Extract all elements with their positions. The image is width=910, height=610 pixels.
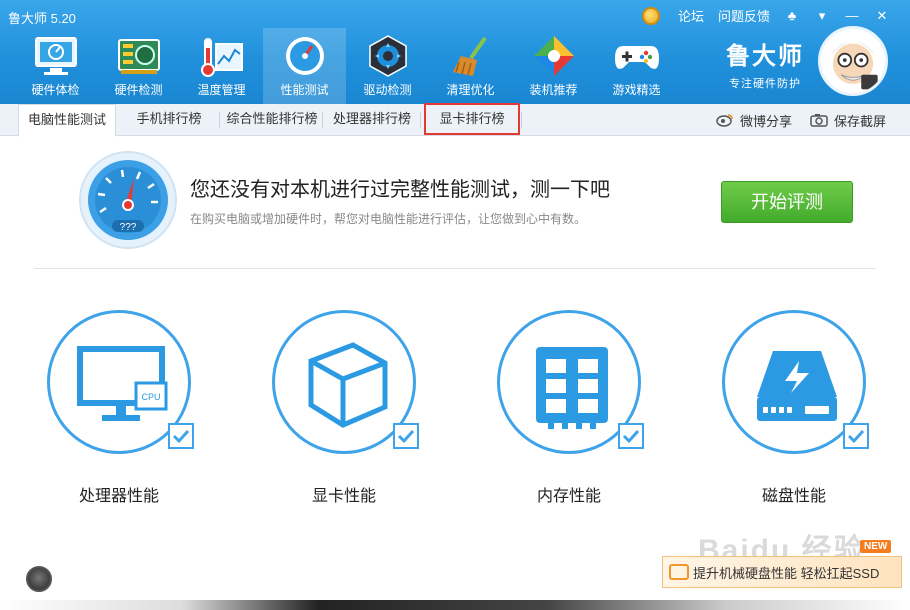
perf-gpu: 显卡性能 bbox=[269, 310, 419, 506]
ssd-promo-banner[interactable]: 提升机械硬盘性能 轻松扛起SSD bbox=[662, 556, 902, 588]
mascot-icon bbox=[830, 41, 878, 90]
tab-pc-performance[interactable]: 电脑性能测试 bbox=[18, 104, 116, 137]
top-toolbar: 论坛 问题反馈 ♣ ▾ — ✕ bbox=[641, 6, 890, 25]
title-bar: 鲁大师 5.20 论坛 问题反馈 ♣ ▾ — ✕ 硬件体检 硬件检测 温度管理 … bbox=[0, 0, 910, 104]
cube-icon bbox=[533, 36, 574, 76]
brand-slogan: 专注硬件防护 bbox=[729, 78, 801, 90]
perf-memory-label: 内存性能 bbox=[536, 488, 601, 505]
gamepad-icon bbox=[614, 46, 659, 69]
status-icon[interactable] bbox=[26, 566, 52, 592]
brand-block: 鲁大师 专注硬件防护 bbox=[726, 36, 804, 91]
nav-clean-optimize[interactable]: 清理优化 bbox=[429, 28, 512, 104]
tab-cpu-ranking[interactable]: 处理器排行榜 bbox=[326, 104, 418, 136]
perf-disk-label: 磁盘性能 bbox=[761, 488, 826, 505]
perf-disk: 磁盘性能 bbox=[719, 310, 869, 506]
speedometer-icon: ??? bbox=[79, 151, 177, 249]
feedback-link[interactable]: 问题反馈 bbox=[718, 6, 770, 25]
tab-separator bbox=[219, 112, 220, 128]
perf-gpu-circle[interactable] bbox=[272, 310, 419, 454]
menu-button[interactable]: ▾ bbox=[814, 8, 830, 24]
checkmark-icon bbox=[172, 429, 190, 444]
skin-button[interactable]: ♣ bbox=[784, 8, 800, 23]
tab-separator bbox=[420, 112, 421, 128]
save-screenshot-button[interactable]: 保存截屏 bbox=[810, 104, 886, 136]
forum-link[interactable]: 论坛 bbox=[678, 6, 704, 25]
background-strip bbox=[0, 600, 910, 610]
thermometer-icon bbox=[200, 38, 243, 77]
tab-separator bbox=[521, 112, 522, 128]
camera-icon bbox=[810, 114, 828, 127]
cpu-monitor-icon: CPU bbox=[77, 346, 168, 421]
intro-title: 您还没有对本机进行过完整性能测试，测一下吧 bbox=[190, 179, 610, 201]
nav-label: 清理优化 bbox=[446, 83, 495, 97]
nav-label: 性能测试 bbox=[280, 83, 329, 97]
speedometer-icon bbox=[285, 37, 324, 75]
save-screenshot-label: 保存截屏 bbox=[834, 113, 887, 129]
app-title: 鲁大师 5.20 bbox=[8, 11, 76, 26]
nav-performance-test[interactable]: 性能测试 bbox=[263, 28, 346, 104]
weibo-share-label: 微博分享 bbox=[740, 113, 793, 129]
perf-memory-checkbox[interactable] bbox=[618, 423, 644, 449]
checkmark-icon bbox=[847, 429, 865, 444]
weibo-share-button[interactable]: 微博分享 bbox=[716, 104, 792, 136]
perf-gpu-label: 显卡性能 bbox=[311, 488, 376, 505]
start-test-button[interactable]: 开始评测 bbox=[721, 181, 853, 223]
tab-overall-ranking[interactable]: 综合性能排行榜 bbox=[222, 104, 322, 136]
perf-disk-checkbox[interactable] bbox=[843, 423, 869, 449]
checkmark-icon bbox=[397, 429, 415, 444]
checkmark-icon bbox=[622, 429, 640, 444]
perf-cpu-circle[interactable]: CPU bbox=[47, 310, 194, 454]
gauge-score: ??? bbox=[120, 222, 137, 233]
perf-cpu-checkbox[interactable] bbox=[168, 423, 194, 449]
hard-drive-icon bbox=[669, 564, 689, 580]
nav-label: 驱动检测 bbox=[363, 83, 412, 97]
nav-build-recommend[interactable]: 装机推荐 bbox=[512, 28, 595, 104]
nav-label: 游戏精选 bbox=[612, 83, 661, 97]
perf-memory: 内存性能 bbox=[494, 310, 644, 506]
avatar[interactable] bbox=[818, 26, 888, 96]
tab-phone-ranking[interactable]: 手机排行榜 bbox=[122, 104, 216, 136]
nav-label: 装机推荐 bbox=[529, 83, 578, 97]
medal-icon[interactable] bbox=[641, 6, 660, 25]
gear-icon bbox=[368, 35, 407, 77]
nav-label: 温度管理 bbox=[197, 83, 246, 97]
monitor-icon bbox=[34, 37, 77, 75]
ssd-promo-text: 提升机械硬盘性能 轻松扛起SSD bbox=[693, 565, 880, 581]
hard-drive-icon bbox=[757, 351, 837, 421]
new-badge: NEW bbox=[860, 540, 892, 553]
intro-subtitle: 在购买电脑或增加硬件时，帮您对电脑性能进行评估，让您做到心中有数。 bbox=[190, 212, 587, 226]
nav-label: 硬件体检 bbox=[31, 83, 80, 97]
nav-temperature[interactable]: 温度管理 bbox=[180, 28, 263, 104]
tab-separator bbox=[322, 112, 323, 128]
cpu-badge: CPU bbox=[141, 392, 160, 402]
weibo-icon bbox=[716, 114, 733, 127]
perf-memory-circle[interactable] bbox=[497, 310, 644, 454]
perf-cpu-label: 处理器性能 bbox=[78, 488, 159, 505]
nav-games[interactable]: 游戏精选 bbox=[595, 28, 678, 104]
perf-disk-circle[interactable] bbox=[722, 310, 869, 454]
nav-driver-detect[interactable]: 驱动检测 bbox=[346, 28, 429, 104]
3d-cube-icon bbox=[308, 342, 388, 428]
perf-gpu-checkbox[interactable] bbox=[393, 423, 419, 449]
brand-name: 鲁大师 bbox=[726, 43, 804, 70]
minimize-button[interactable]: — bbox=[844, 8, 860, 23]
divider bbox=[34, 268, 876, 269]
nav-hardware-checkup[interactable]: 硬件体检 bbox=[14, 28, 97, 104]
nav-label: 硬件检测 bbox=[114, 83, 163, 97]
broom-icon bbox=[452, 36, 487, 76]
nav-hardware-detect[interactable]: 硬件检测 bbox=[97, 28, 180, 104]
main-nav: 硬件体检 硬件检测 温度管理 性能测试 驱动检测 清理优化 装机推荐 游戏精选 bbox=[14, 28, 678, 104]
perf-cpu: CPU 处理器性能 bbox=[44, 310, 194, 506]
close-button[interactable]: ✕ bbox=[874, 8, 890, 24]
memory-chip-icon bbox=[536, 347, 608, 429]
circuit-board-icon bbox=[117, 39, 160, 74]
gpu-ranking-highlight bbox=[424, 103, 520, 135]
